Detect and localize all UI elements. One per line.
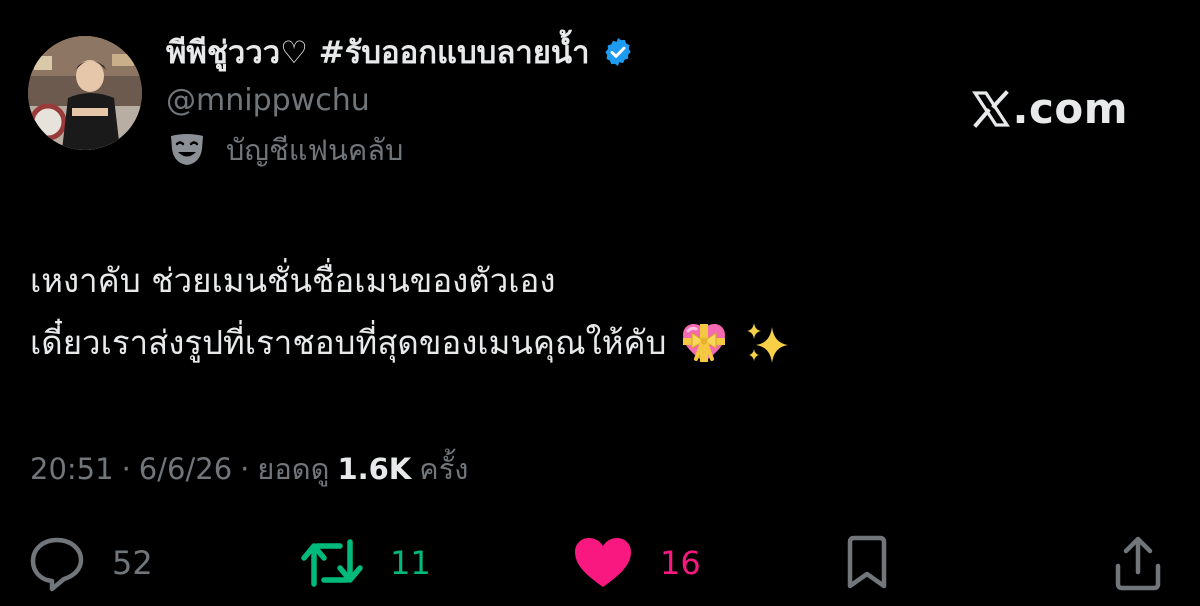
tweet-date[interactable]: 6/6/26: [139, 452, 232, 486]
tweet-metadata: 20:51 · 6/6/26 · ยอดดู 1.6K ครั้ง: [30, 446, 468, 492]
bookmark-icon: [844, 534, 890, 592]
like-count: 16: [660, 544, 701, 582]
profile-photo: [28, 36, 142, 150]
tweet-line-text: เหงาคับ ช่วยเมนชั่นชื่อเมนของตัวเอง: [30, 261, 556, 300]
display-name[interactable]: พีพีชู่ววว♡ #รับออกแบบลายน้ำ: [166, 27, 590, 77]
share-button[interactable]: [1113, 530, 1163, 596]
views-label: ยอดดู: [257, 452, 330, 486]
share-icon: [1113, 534, 1163, 592]
tweet-line-text: เดี๋ยวเราส่งรูปที่เราชอบที่สุดของเมนคุณใ…: [30, 323, 667, 362]
author-info: พีพีชู่ววว♡ #รับออกแบบลายน้ำ @mnippwchu …: [166, 30, 634, 170]
user-handle[interactable]: @mnippwchu: [166, 80, 634, 122]
bookmark-button[interactable]: [844, 530, 890, 596]
heart-icon: [572, 535, 634, 591]
tweet-line: เดี๋ยวเราส่งรูปที่เราชอบที่สุดของเมนคุณใ…: [30, 312, 1160, 374]
brand-domain: .com: [1012, 84, 1128, 133]
tweet-header: พีพีชู่ววว♡ #รับออกแบบลายน้ำ @mnippwchu …: [28, 30, 1178, 180]
views-suffix: ครั้ง: [419, 452, 469, 486]
meta-separator: ·: [121, 452, 131, 486]
brand-watermark: .com: [971, 84, 1128, 133]
reply-icon: [28, 534, 86, 592]
meta-separator: ·: [240, 452, 250, 486]
tweet-text: เหงาคับ ช่วยเมนชั่นชื่อเมนของตัวเอง เดี๋…: [30, 250, 1160, 374]
account-type-label: บัญชีแฟนคลับ: [226, 133, 404, 167]
verified-badge-icon[interactable]: [602, 36, 634, 68]
reply-button[interactable]: 52: [28, 530, 153, 596]
x-logo-icon: [971, 89, 1011, 129]
repost-count: 11: [390, 544, 431, 582]
account-type-row: บัญชีแฟนคลับ: [166, 130, 634, 170]
tweet-time[interactable]: 20:51: [30, 452, 114, 486]
avatar[interactable]: [28, 36, 142, 150]
sparkles-icon: [742, 321, 790, 365]
tweet-actions: 52 11 16: [28, 530, 1173, 600]
reply-count: 52: [112, 544, 153, 582]
heart-with-ribbon-icon: [680, 321, 728, 365]
like-button[interactable]: 16: [572, 530, 701, 596]
display-name-row: พีพีชู่ววว♡ #รับออกแบบลายน้ำ: [166, 30, 634, 74]
tweet-line: เหงาคับ ช่วยเมนชั่นชื่อเมนของตัวเอง: [30, 250, 1160, 312]
views-count[interactable]: 1.6K: [337, 452, 411, 486]
repost-icon: [300, 534, 364, 592]
theater-mask-icon: [168, 133, 206, 167]
repost-button[interactable]: 11: [300, 530, 431, 596]
